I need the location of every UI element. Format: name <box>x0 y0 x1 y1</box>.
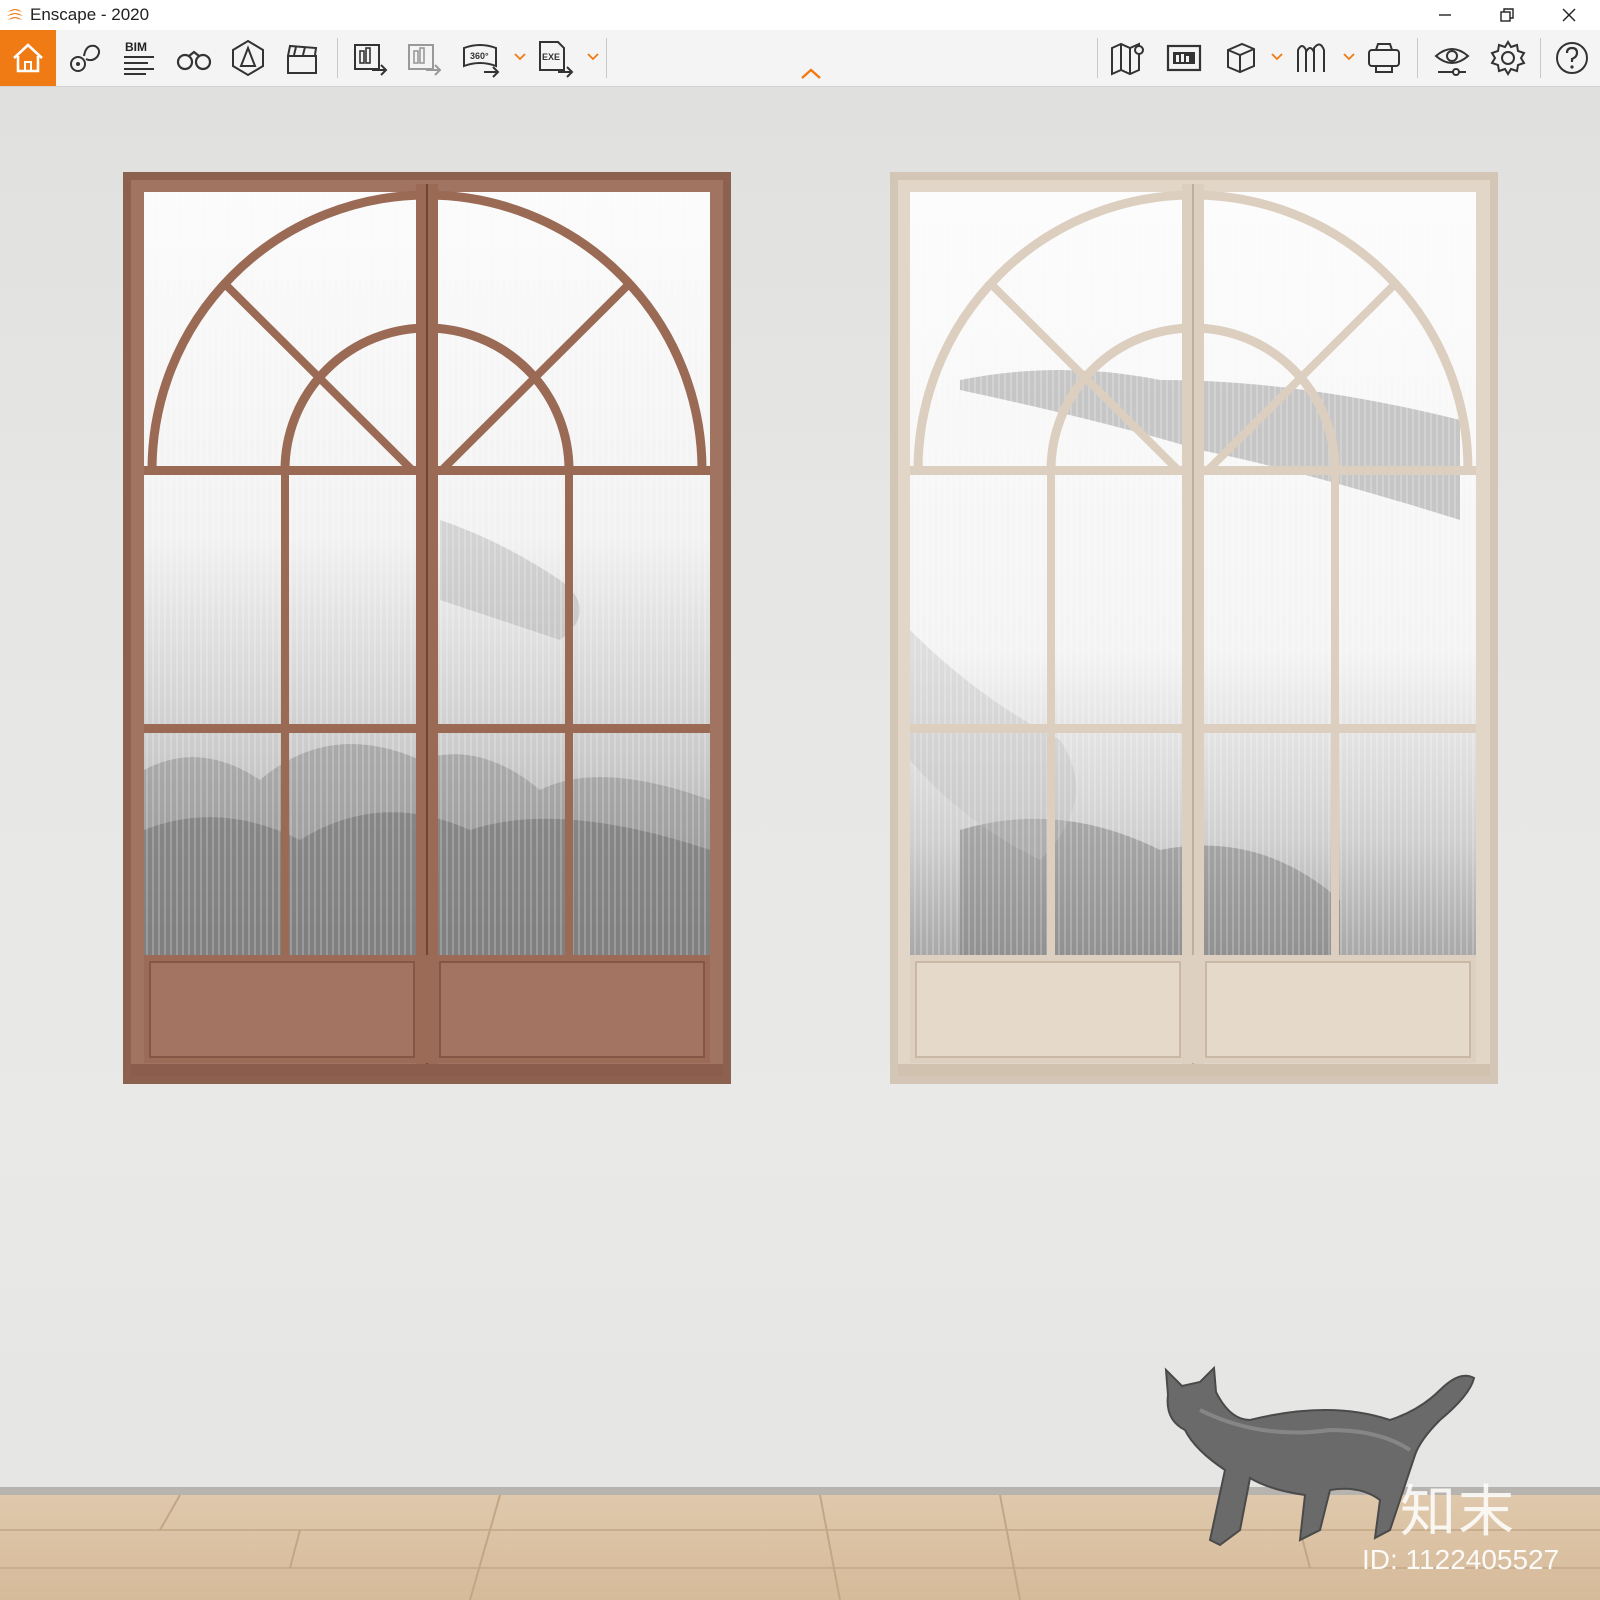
title-bar: Enscape - 2020 <box>0 0 1600 30</box>
binoculars-button[interactable] <box>170 34 218 82</box>
render-export-icon <box>408 44 442 76</box>
place-marker-button[interactable] <box>60 34 108 82</box>
toolbar-separator <box>606 38 607 78</box>
exe-export-icon: EXE <box>539 41 574 78</box>
home-icon <box>13 43 43 73</box>
panorama-button[interactable]: 360° <box>456 34 504 82</box>
render-export-button[interactable] <box>400 34 448 82</box>
settings-button[interactable] <box>1484 34 1532 82</box>
help-icon <box>1556 42 1588 74</box>
asset-library-icon <box>1297 43 1325 72</box>
exe-export-button[interactable]: EXE <box>530 34 578 82</box>
binoculars-icon <box>176 50 212 71</box>
asset-library-dropdown[interactable] <box>1342 48 1356 66</box>
toolbar-separator <box>1417 38 1418 78</box>
toolbar-separator <box>1540 38 1541 78</box>
gear-icon <box>1490 40 1526 76</box>
place-marker-icon <box>70 44 101 72</box>
watermark-logo: 知末 <box>1400 1480 1516 1545</box>
bim-label: BIM <box>125 40 147 54</box>
restore-icon <box>1500 8 1514 22</box>
chevron-down-icon <box>514 53 526 61</box>
toolbar-separator <box>337 38 338 78</box>
minimize-button[interactable] <box>1414 0 1476 30</box>
watermark-id: ID: 1122405527 <box>1362 1544 1560 1575</box>
chevron-up-icon <box>801 68 821 79</box>
screenshot-icon <box>1166 44 1202 72</box>
exe-dropdown[interactable] <box>586 48 600 66</box>
panorama-dropdown[interactable] <box>513 48 527 66</box>
toolbar-separator <box>1097 38 1098 78</box>
cube-icon <box>1227 42 1255 74</box>
help-button[interactable] <box>1548 34 1596 82</box>
bim-icon: BIM <box>124 40 154 75</box>
chevron-down-icon <box>1271 53 1283 61</box>
batch-render-icon <box>354 44 388 76</box>
bim-button[interactable]: BIM <box>114 34 162 82</box>
screenshot-button[interactable] <box>1160 34 1208 82</box>
window-title: Enscape - 2020 <box>30 5 150 24</box>
close-icon <box>1562 8 1576 22</box>
chevron-down-icon <box>1343 53 1355 61</box>
right-window <box>890 172 1498 1084</box>
asset-library-button[interactable] <box>1288 34 1336 82</box>
clapper-icon <box>287 44 318 74</box>
batch-render-button[interactable] <box>346 34 394 82</box>
enscape-logo-icon <box>7 9 23 20</box>
map-button[interactable] <box>1104 34 1152 82</box>
vr-headset-button[interactable] <box>1360 34 1408 82</box>
cube-dropdown[interactable] <box>1270 48 1284 66</box>
panorama-360-icon: 360° <box>463 44 500 78</box>
video-editor-button[interactable] <box>278 34 326 82</box>
visual-settings-button[interactable] <box>1428 34 1476 82</box>
render-viewport[interactable]: 知末 ID: 1122405527 <box>0 87 1600 1600</box>
vr-headset-icon <box>1368 43 1400 73</box>
left-window <box>123 172 731 1084</box>
scene-canvas <box>0 172 1600 1600</box>
close-button[interactable] <box>1538 0 1600 30</box>
toolbar: BIM 360° EXE <box>0 30 1600 87</box>
light-view-button[interactable] <box>224 34 272 82</box>
map-icon <box>1111 42 1144 76</box>
chevron-down-icon <box>587 53 599 61</box>
cube-button[interactable] <box>1216 34 1264 82</box>
floor <box>0 1487 1600 1600</box>
home-button[interactable] <box>0 30 56 86</box>
exe-label: EXE <box>542 52 560 62</box>
panorama-label: 360° <box>470 51 489 61</box>
restore-button[interactable] <box>1476 0 1538 30</box>
collapse-toolbar-button[interactable] <box>798 64 824 84</box>
light-view-icon <box>232 39 264 77</box>
minimize-icon <box>1439 14 1451 16</box>
visual-settings-icon <box>1434 48 1470 76</box>
